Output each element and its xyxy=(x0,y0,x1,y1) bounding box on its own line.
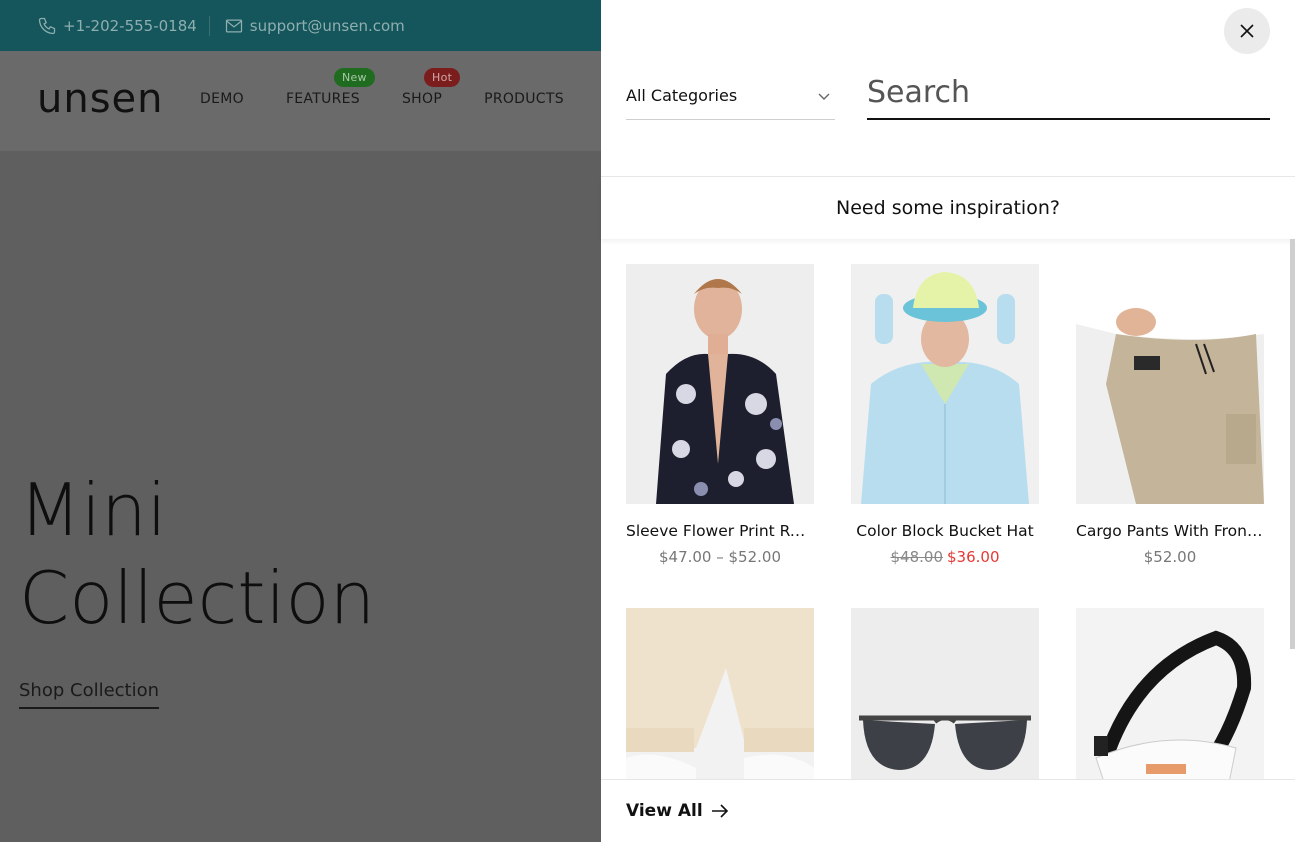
sale-price: $36.00 xyxy=(947,548,1000,566)
product-card[interactable] xyxy=(1076,608,1264,779)
scrollbar[interactable] xyxy=(1290,239,1295,649)
divider xyxy=(208,15,210,36)
product-name[interactable]: Cargo Pants With Front Pocket xyxy=(1076,522,1264,540)
arrow-right-icon xyxy=(711,804,728,818)
logo[interactable]: unsen xyxy=(37,77,164,121)
product-image[interactable] xyxy=(626,608,814,779)
price: $52.00 xyxy=(1143,548,1197,566)
phone-icon xyxy=(38,17,56,34)
product-image[interactable] xyxy=(851,264,1039,504)
joggers-image xyxy=(626,608,814,779)
product-price: $48.00 $36.00 xyxy=(851,548,1039,566)
email-address: support@unsen.com xyxy=(249,16,405,35)
product-suggestions: Sleeve Flower Print Resort Shirt $47.00 … xyxy=(626,264,1271,779)
phone-number: +1-202-555-0184 xyxy=(63,16,197,35)
search-drawer: All Categories Need some inspiration? xyxy=(601,0,1295,842)
bucket-hat-image xyxy=(851,264,1039,504)
old-price: $48.00 xyxy=(890,548,944,566)
drawer-footer: View All xyxy=(601,779,1295,842)
phone-contact[interactable]: +1-202-555-0184 xyxy=(37,16,197,36)
shop-collection-link[interactable]: Shop Collection xyxy=(19,680,160,709)
product-card[interactable]: Cargo Pants With Front Pocket $52.00 xyxy=(1076,264,1264,566)
close-button[interactable] xyxy=(1224,8,1270,54)
product-image[interactable] xyxy=(626,264,814,504)
product-image[interactable] xyxy=(1076,608,1264,779)
product-name[interactable]: Color Block Bucket Hat xyxy=(851,522,1039,540)
nav-item-products[interactable]: PRODUCTS xyxy=(484,91,564,107)
search-input[interactable] xyxy=(867,66,1270,120)
nav-label: SHOP xyxy=(402,91,443,107)
category-select[interactable]: All Categories xyxy=(626,76,835,120)
belt-bag-image xyxy=(1076,608,1264,779)
floral-shirt-image xyxy=(626,264,814,504)
product-image[interactable] xyxy=(1076,264,1264,504)
product-name[interactable]: Sleeve Flower Print Resort Shirt xyxy=(626,522,814,540)
email-contact[interactable]: support@unsen.com xyxy=(224,16,405,36)
hero-title-line: Collection xyxy=(19,556,376,640)
product-price: $52.00 xyxy=(1076,548,1264,566)
product-image[interactable] xyxy=(851,608,1039,779)
cargo-pants-image xyxy=(1076,264,1264,504)
product-card[interactable] xyxy=(851,608,1039,779)
product-card[interactable] xyxy=(626,608,814,779)
new-badge: New xyxy=(333,68,375,87)
nav-item-demo[interactable]: DEMO xyxy=(200,91,244,107)
nav-item-shop[interactable]: Hot SHOP xyxy=(402,68,461,107)
chevron-down-icon xyxy=(818,93,830,100)
main-nav: DEMO New FEATURES Hot SHOP PRODUCTS xyxy=(200,68,606,107)
nav-item-features[interactable]: New FEATURES xyxy=(285,68,375,107)
product-grid: Sleeve Flower Print Resort Shirt $47.00 … xyxy=(626,264,1271,779)
product-price: $47.00 – $52.00 xyxy=(626,548,814,566)
nav-label: DEMO xyxy=(200,91,244,107)
hero-title: Mini Collection xyxy=(19,466,375,642)
nav-label: PRODUCTS xyxy=(484,91,564,107)
price-range: $47.00 – $52.00 xyxy=(658,548,781,566)
product-card[interactable]: Sleeve Flower Print Resort Shirt $47.00 … xyxy=(626,264,814,566)
close-icon xyxy=(1240,24,1254,38)
hero-title-line: Mini xyxy=(19,468,167,552)
nav-label: FEATURES xyxy=(285,91,360,107)
product-card[interactable]: Color Block Bucket Hat $48.00 $36.00 xyxy=(851,264,1039,566)
inspiration-heading: Need some inspiration? xyxy=(601,177,1295,239)
hot-badge: Hot xyxy=(424,68,461,87)
sunglasses-image xyxy=(851,608,1039,779)
mail-icon xyxy=(225,19,242,32)
category-selected-value: All Categories xyxy=(626,86,738,105)
view-all-label: View All xyxy=(626,801,703,821)
view-all-link[interactable]: View All xyxy=(626,801,729,821)
